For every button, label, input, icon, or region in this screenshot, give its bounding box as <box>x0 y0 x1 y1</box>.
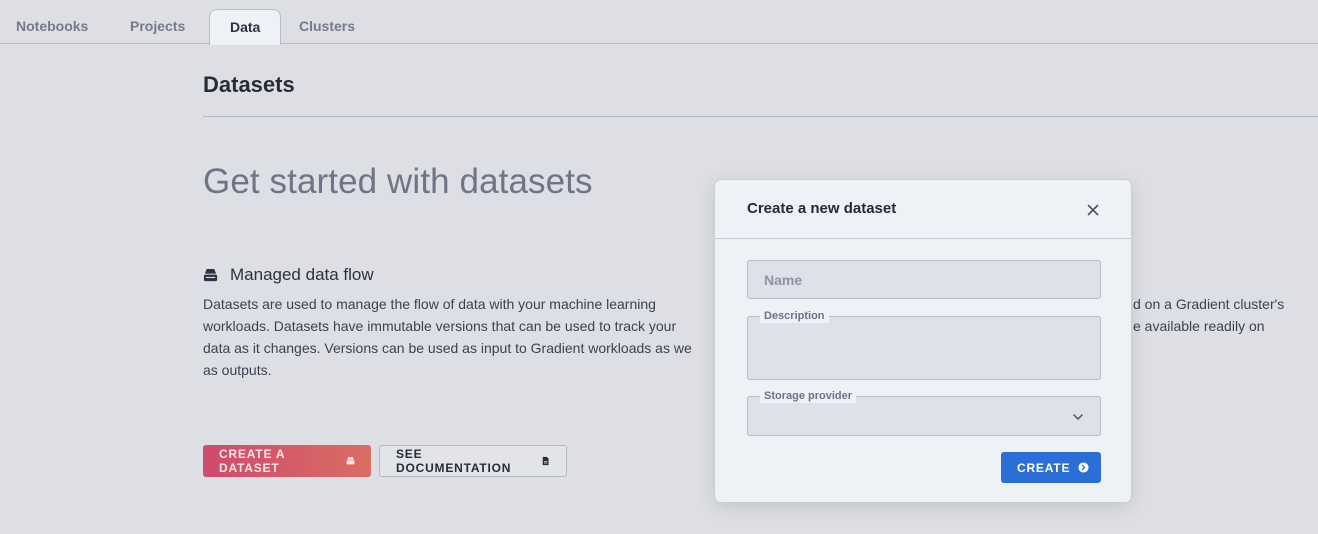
stack-icon <box>203 268 218 281</box>
tab-projects[interactable]: Projects <box>110 9 205 44</box>
paragraph-line: e available readily on <box>1133 318 1265 334</box>
modal-title: Create a new dataset <box>747 200 897 217</box>
chevron-down-icon <box>1073 414 1083 420</box>
close-icon[interactable] <box>1085 202 1101 218</box>
title-divider <box>203 116 1318 117</box>
create-button-label: CREATE <box>1017 460 1071 475</box>
tab-clusters[interactable]: Clusters <box>279 9 375 44</box>
tab-data[interactable]: Data <box>209 9 282 45</box>
description-paragraph: Datasets are used to manage the flow of … <box>203 293 723 381</box>
section-title: Managed data flow <box>230 265 374 284</box>
create-dataset-modal: Create a new dataset Name Description St… <box>714 179 1132 503</box>
section-header: Managed data flow <box>203 265 374 285</box>
see-documentation-button[interactable]: SEE DOCUMENTATION <box>379 445 567 477</box>
tab-bar: Notebooks Projects Data Clusters <box>0 0 1318 45</box>
paragraph-line: Datasets are used to manage the flow of … <box>203 296 656 312</box>
paragraph-line: as outputs. <box>203 362 272 378</box>
name-placeholder: Name <box>764 272 803 288</box>
description-input[interactable]: Description <box>747 309 1101 380</box>
create-dataset-label: CREATE A DATASET <box>219 447 285 475</box>
tab-notebooks[interactable]: Notebooks <box>0 9 108 44</box>
see-documentation-label: SEE DOCUMENTATION <box>396 447 512 475</box>
paragraph-line: workloads. Datasets have immutable versi… <box>203 318 677 334</box>
stack-icon <box>346 457 355 465</box>
modal-divider <box>715 238 1131 239</box>
page-title: Datasets <box>203 72 295 97</box>
paragraph-line: data as it changes. Versions can be used… <box>203 340 692 356</box>
paragraph-line: d on a Gradient cluster's <box>1133 296 1285 312</box>
description-label: Description <box>760 309 829 323</box>
right-paragraph: d on a Gradient cluster's e available re… <box>1133 293 1318 337</box>
name-input[interactable]: Name <box>747 260 1101 299</box>
create-dataset-button[interactable]: CREATE A DATASET <box>203 445 371 477</box>
hero-heading: Get started with datasets <box>203 162 593 201</box>
create-button[interactable]: CREATE <box>1001 452 1101 483</box>
storage-provider-label: Storage provider <box>760 389 857 403</box>
storage-provider-select[interactable]: Storage provider <box>747 389 1101 436</box>
document-icon <box>542 456 549 466</box>
arrow-circle-icon <box>1078 462 1089 473</box>
